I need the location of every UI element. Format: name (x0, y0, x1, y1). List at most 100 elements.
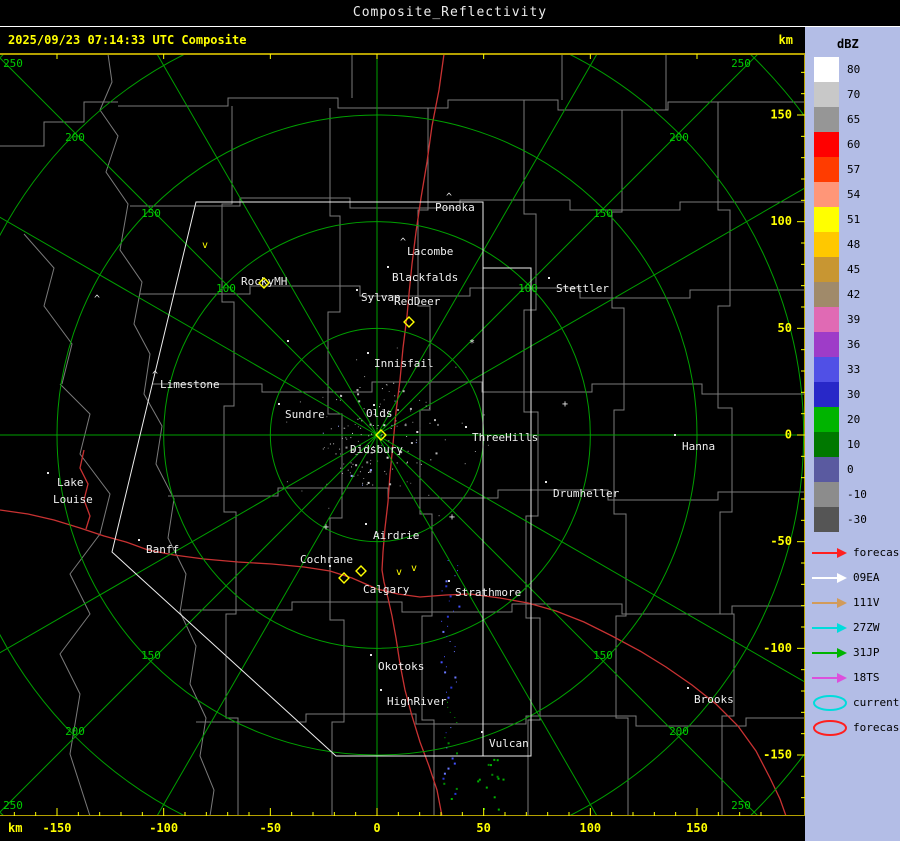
echo-dot (412, 421, 414, 423)
city-label: Drumheller (553, 487, 620, 500)
track-label: 09EA (853, 571, 880, 584)
city-label: Stettler (556, 282, 609, 295)
echo-dot (286, 421, 288, 423)
echo-dot (366, 484, 368, 486)
vee-marker-icon: v (396, 567, 402, 578)
echo-dot (340, 467, 342, 469)
echo-dot (497, 777, 500, 780)
echo-dot (399, 391, 401, 393)
bottom-axis-label: -150 (42, 821, 72, 835)
echo-dot (496, 759, 499, 762)
echo-dot (410, 482, 412, 484)
ring-label: 150 (141, 649, 161, 662)
echo-dot (359, 471, 361, 473)
vee-marker-icon: v (411, 563, 417, 574)
echo-dot (388, 440, 390, 442)
county-boundary (221, 106, 239, 816)
echo-dot (369, 423, 372, 426)
echo-dot (396, 425, 398, 427)
ring-label: 200 (669, 725, 689, 738)
echo-dot (363, 478, 365, 479)
radar-site-diamond-icon (355, 565, 367, 577)
echo-dot (377, 460, 379, 462)
echo-dot (493, 796, 496, 799)
echo-dot (352, 463, 354, 465)
echo-dot (420, 463, 422, 465)
echo-dot (360, 434, 362, 436)
echo-dot (444, 656, 445, 658)
echo-dot (415, 442, 417, 444)
town-dot-icon (687, 687, 689, 689)
track-arrow-icon (812, 672, 847, 683)
echo-dot (407, 461, 408, 463)
echo-dot (454, 575, 456, 577)
echo-dot (336, 399, 338, 401)
echo-dot (419, 399, 421, 401)
city-label: Didsbury (350, 443, 403, 456)
county-boundary (23, 233, 73, 385)
dbz-swatch (814, 457, 839, 482)
echo-dot (301, 490, 303, 492)
timestamp: 2025/09/23 07:14:33 UTC Composite (8, 33, 247, 47)
right-axis-label: 100 (770, 214, 792, 228)
echo-dot (453, 762, 456, 765)
echo-dot (350, 462, 352, 464)
echo-dot (442, 777, 445, 780)
dbz-value: 54 (847, 188, 861, 201)
echo-dot (322, 432, 324, 434)
county-boundary (152, 381, 805, 395)
city-label: Strathmore (455, 586, 521, 599)
dbz-scale-row: 0 (805, 457, 900, 482)
track-legend-row: forecast (805, 715, 900, 740)
echo-dot (386, 456, 389, 459)
city-label: Louise (53, 493, 93, 506)
echo-dot (445, 666, 447, 668)
echo-dot (409, 407, 412, 410)
radar-map-canvas[interactable]: 250 250 250 250 200 200 200 200 150 150 150 150 100 1… (0, 54, 805, 816)
echo-dot (394, 395, 396, 397)
echo-dot (485, 786, 488, 789)
coverage-outlines (111, 201, 532, 757)
echo-dot (338, 425, 339, 427)
track-ellipse-icon (813, 719, 847, 736)
echo-dot (458, 605, 461, 608)
echo-dot (461, 422, 463, 424)
echo-dot (368, 435, 370, 437)
town-dot-icon (356, 289, 358, 291)
bottom-axis-label: 50 (476, 821, 491, 835)
echo-dot (394, 400, 396, 402)
ring-label: 150 (593, 207, 613, 220)
echo-dot (357, 418, 359, 420)
dbz-scale-row: -30 (805, 507, 900, 532)
town-dot-icon (370, 654, 372, 656)
echo-dot (441, 620, 443, 622)
city-label: Airdrie (373, 529, 419, 542)
echo-dot (407, 450, 409, 452)
echo-dot (357, 426, 359, 428)
echo-dot (456, 752, 458, 755)
dbz-scale: 80 70 65 60 57 54 51 48 45 42 39 36 33 30 20 10 0 -10 -30 (805, 57, 900, 532)
echo-dot (428, 494, 430, 496)
track-arrow-icon (812, 622, 847, 633)
echo-dot (416, 431, 419, 433)
echo-dot (356, 389, 359, 392)
echo-dot (388, 391, 390, 392)
city-label: Banff (146, 543, 179, 556)
echo-dot (425, 401, 427, 403)
dbz-swatch (814, 332, 839, 357)
echo-dot (333, 443, 335, 445)
echo-dot (487, 444, 489, 446)
echo-dot (343, 427, 345, 429)
town-dot-icon (674, 434, 676, 436)
echo-dot (347, 425, 349, 427)
echo-dot (353, 475, 355, 477)
city-labels: PonokaLacombeBlackfaldsSylvanRedDeerStet… (53, 201, 734, 750)
dbz-swatch (814, 432, 839, 457)
echo-dot (491, 773, 494, 776)
echo-dot (358, 400, 361, 403)
track-label: current (853, 696, 900, 709)
town-dot-icon (545, 481, 547, 483)
content: 2025/09/23 07:14:33 UTC Composite km 250… (0, 27, 900, 841)
echo-dot (326, 483, 328, 485)
echo-dot (429, 422, 431, 424)
